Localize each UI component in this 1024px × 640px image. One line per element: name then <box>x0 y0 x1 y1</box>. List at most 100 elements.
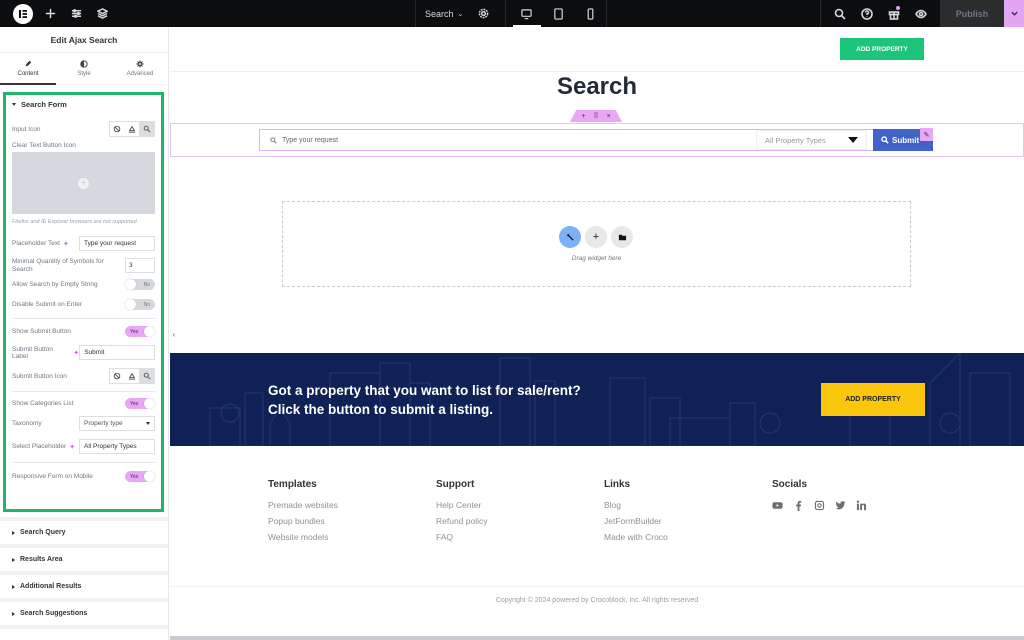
document-name-dropdown[interactable]: Search ⌄ <box>425 9 463 19</box>
tab-content[interactable]: Content <box>0 53 56 85</box>
icon-upload-option[interactable] <box>125 369 140 383</box>
whats-new-gift-icon[interactable] <box>880 0 907 27</box>
ajax-search-input[interactable]: Type your request <box>260 130 750 150</box>
caret-right-icon <box>12 557 15 562</box>
add-section-icon[interactable]: + <box>581 113 585 120</box>
document-name: Search <box>425 8 454 19</box>
add-section-button[interactable]: + <box>585 226 607 248</box>
add-template-button[interactable] <box>611 226 633 248</box>
section-search-suggestions[interactable]: Search Suggestions <box>0 602 168 629</box>
icon-none-option[interactable] <box>110 369 125 383</box>
collapse-panel-arrow-icon[interactable]: ‹ <box>170 327 178 341</box>
icon-upload-option[interactable] <box>125 122 140 136</box>
finder-search-icon[interactable] <box>826 0 853 27</box>
show-submit-toggle[interactable]: Yes <box>125 326 155 337</box>
submit-label-control: Submit Button Label ✦ Submit <box>12 345 155 360</box>
empty-section-drop-zone[interactable]: + Drag widget here <box>282 201 911 287</box>
footer-heading: Socials <box>772 479 808 490</box>
allow-empty-toggle[interactable]: No <box>125 279 155 290</box>
footer-divider <box>170 586 1024 587</box>
footer-link[interactable]: Popup bundles <box>268 516 436 527</box>
section-additional-results[interactable]: Additional Results <box>0 575 168 602</box>
ai-wand-button[interactable] <box>559 226 581 248</box>
icon-library-option[interactable] <box>139 122 155 136</box>
add-property-header-button[interactable]: ADD PROPERTY <box>840 38 924 60</box>
close-icon[interactable]: × <box>607 113 611 120</box>
category-select[interactable]: All Property Types <box>756 130 867 150</box>
gear-icon <box>136 60 144 68</box>
footer-heading: Links <box>604 479 631 490</box>
ai-sparkle-icon[interactable]: ✦ <box>69 443 75 451</box>
drag-handle-icon[interactable]: ⠿ <box>593 112 598 120</box>
help-icon[interactable] <box>853 0 880 27</box>
footer-link[interactable]: Made with Croco <box>604 532 772 543</box>
upload-icon <box>128 372 136 380</box>
placeholder-text-input[interactable]: Type your request <box>79 236 155 251</box>
footer-link[interactable]: Blog <box>604 500 772 511</box>
drop-zone-actions: + <box>559 226 633 248</box>
tab-label: Advanced <box>126 71 154 77</box>
publish-button[interactable]: Publish <box>940 0 1004 27</box>
add-property-cta-button[interactable]: ADD PROPERTY <box>821 383 925 416</box>
footer-link[interactable]: Refund policy <box>436 516 604 527</box>
linkedin-icon[interactable] <box>856 500 867 511</box>
add-element-icon[interactable] <box>37 0 63 27</box>
submit-label-input[interactable]: Submit <box>79 345 155 360</box>
section-results-area[interactable]: Results Area <box>0 548 168 575</box>
mobile-mode-button[interactable] <box>574 0 606 27</box>
desktop-mode-button[interactable] <box>511 0 543 27</box>
footer-link[interactable]: JetFormBuilder <box>604 516 772 527</box>
taxonomy-select[interactable]: Property type <box>79 416 155 431</box>
youtube-icon[interactable] <box>772 500 783 511</box>
footer-link[interactable]: Premade websites <box>268 500 436 511</box>
elementor-logo-icon[interactable] <box>13 3 33 24</box>
section-search-query[interactable]: Search Query <box>0 521 168 548</box>
caret-right-icon <box>12 611 15 616</box>
footer-link[interactable]: Website models <box>268 532 436 543</box>
ai-sparkle-icon[interactable]: ✦ <box>63 240 69 248</box>
section-title: Additional Results <box>20 583 82 590</box>
show-categories-toggle[interactable]: Yes <box>125 398 155 409</box>
tablet-mode-button[interactable] <box>543 0 575 27</box>
publish-options-button[interactable] <box>1004 0 1024 27</box>
tab-style[interactable]: Style <box>56 53 112 84</box>
twitter-icon[interactable] <box>835 500 846 511</box>
show-submit-control: Show Submit Button Yes <box>12 326 155 337</box>
chevron-down-icon: ⌄ <box>457 10 464 18</box>
footer-link[interactable]: Help Center <box>436 500 604 511</box>
min-symbols-input[interactable]: 3 <box>125 258 155 273</box>
preview-eye-icon[interactable] <box>907 0 934 27</box>
horizontal-scrollbar[interactable] <box>170 636 1024 640</box>
tab-advanced[interactable]: Advanced <box>112 53 168 84</box>
icon-library-option[interactable] <box>139 369 155 383</box>
category-placeholder: All Property Types <box>765 135 826 145</box>
page-settings-icon[interactable] <box>473 0 493 27</box>
instagram-icon[interactable] <box>814 500 825 511</box>
footer-link[interactable]: FAQ <box>436 532 604 543</box>
section-header-search-form[interactable]: Search Form <box>12 96 155 112</box>
site-settings-icon[interactable] <box>63 0 89 27</box>
icon-none-option[interactable] <box>110 122 125 136</box>
structure-icon[interactable] <box>89 0 115 27</box>
section-title: Search Suggestions <box>20 610 88 617</box>
caret-right-icon <box>12 530 15 535</box>
allow-empty-control: Allow Search by Empty String No <box>12 279 155 290</box>
facebook-icon[interactable] <box>793 500 804 511</box>
clear-icon-media-picker[interactable]: + <box>12 152 155 214</box>
control-label: Disable Submit on Enter <box>12 301 83 308</box>
control-label: Submit Button Label <box>12 345 53 360</box>
divider <box>12 462 155 463</box>
top-bar-left <box>0 0 416 27</box>
responsive-form-toggle[interactable]: Yes <box>125 471 155 482</box>
min-symbols-control: Minimal Quantity of Symbols for Search 3 <box>12 258 155 273</box>
disable-submit-toggle[interactable]: No <box>125 299 155 310</box>
collapsed-sections: Search Query Results Area Additional Res… <box>0 517 168 629</box>
cta-line-2: Click the button to submit a listing. <box>268 402 493 417</box>
control-label: Taxonomy <box>12 420 42 427</box>
edit-widget-pencil-icon[interactable]: ✎ <box>920 128 933 141</box>
placeholder-text-control: Placeholder Text ✦ Type your request <box>12 236 155 251</box>
select-placeholder-input[interactable]: All Property Types <box>79 439 155 454</box>
section-title: Search Form <box>21 99 67 109</box>
ban-icon <box>114 372 121 380</box>
search-icon <box>881 136 889 144</box>
